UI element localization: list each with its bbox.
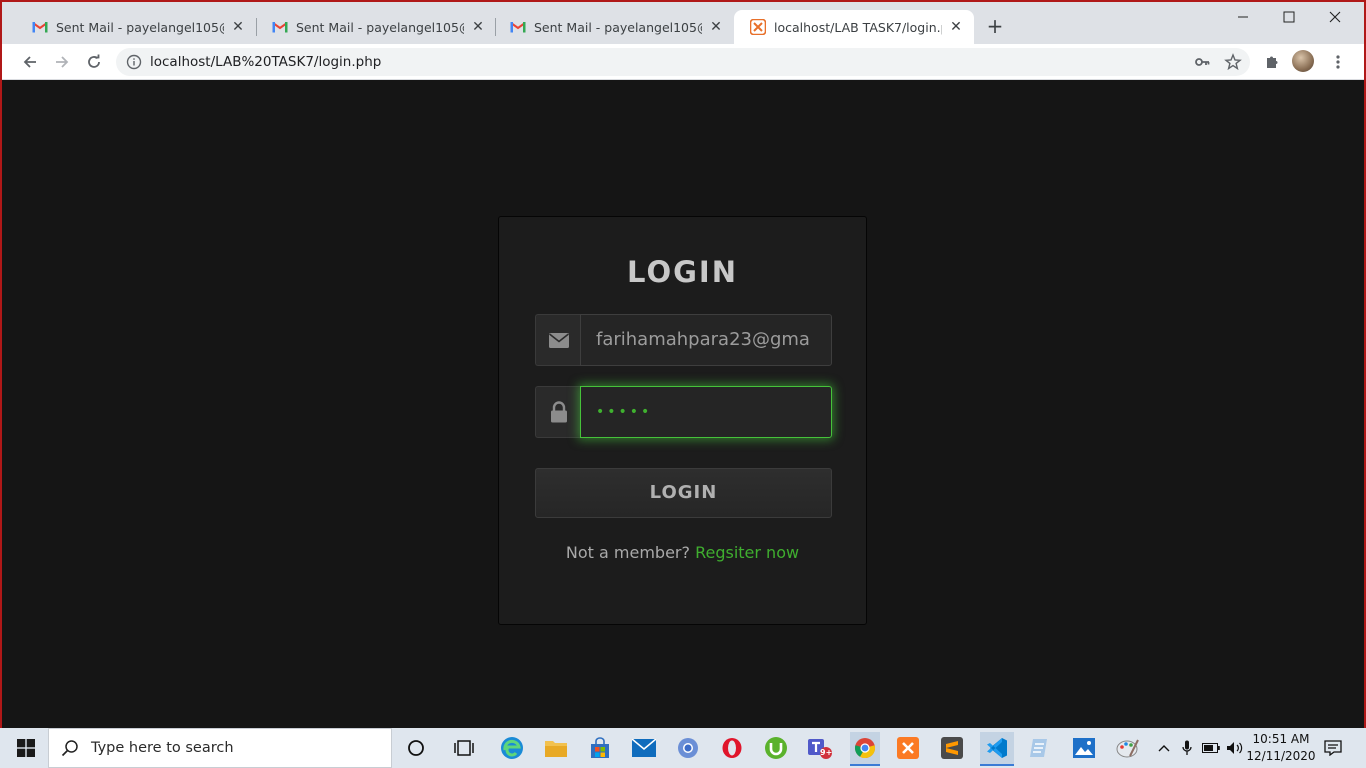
notepad-icon[interactable]: [1026, 734, 1054, 762]
envelope-icon: [548, 332, 569, 348]
tab-title: localhost/LAB TASK7/login.php: [774, 19, 942, 35]
forward-arrow-icon: [56, 56, 69, 68]
action-center-button[interactable]: [1320, 728, 1346, 768]
password-field-group: •••••: [535, 386, 832, 438]
photos-icon[interactable]: [1070, 734, 1098, 762]
paint-icon[interactable]: [1114, 734, 1142, 762]
maximize-icon: [1283, 11, 1295, 23]
password-addon: [535, 386, 581, 438]
login-heading: LOGIN: [627, 255, 738, 289]
close-tab-icon[interactable]: ✕: [708, 19, 724, 35]
reload-button[interactable]: [80, 48, 108, 76]
clock-date: 12/11/2020: [1246, 749, 1316, 763]
forward-button[interactable]: [48, 48, 76, 76]
sublime-text-icon[interactable]: [938, 734, 966, 762]
password-field[interactable]: •••••: [580, 386, 832, 438]
reload-icon: [88, 54, 100, 68]
close-tab-icon[interactable]: ✕: [470, 19, 486, 35]
menu-button[interactable]: [1324, 48, 1352, 76]
mail-icon[interactable]: [630, 734, 658, 762]
close-tab-icon[interactable]: ✕: [230, 19, 246, 35]
windows-logo-icon: [17, 739, 35, 757]
gmail-icon: [32, 19, 48, 35]
show-hidden-icons-button[interactable]: [1154, 728, 1174, 768]
info-icon[interactable]: [126, 54, 142, 70]
register-prompt: Not a member? Regsiter now: [499, 543, 866, 562]
new-tab-button[interactable]: +: [984, 16, 1006, 38]
task-view-icon[interactable]: [450, 734, 478, 762]
maximize-button[interactable]: [1266, 2, 1312, 32]
more-vertical-icon: [1336, 55, 1340, 69]
page-content: LOGIN farihamahpara23@gma ••••• LOGIN No…: [2, 81, 1364, 728]
battery-icon[interactable]: [1200, 728, 1222, 768]
puzzle-icon: [1267, 56, 1278, 68]
file-explorer-icon[interactable]: [542, 734, 570, 762]
back-arrow-icon: [23, 56, 36, 68]
lock-icon: [550, 401, 567, 423]
teams-icon[interactable]: 9+: [806, 734, 834, 762]
chrome-icon[interactable]: [850, 732, 880, 766]
xampp-control-icon[interactable]: [894, 734, 922, 762]
minimize-icon: [1238, 16, 1248, 18]
notification-icon: [1324, 740, 1342, 756]
chrome-alt-icon[interactable]: [674, 734, 702, 762]
system-clock[interactable]: 10:51 AM 12/11/2020: [1246, 731, 1316, 765]
opera-icon[interactable]: [718, 734, 746, 762]
search-icon: [61, 740, 78, 757]
tab-login-php[interactable]: localhost/LAB TASK7/login.php ✕: [734, 10, 974, 44]
login-card: LOGIN farihamahpara23@gma ••••• LOGIN No…: [498, 216, 867, 625]
volume-icon[interactable]: [1224, 728, 1246, 768]
teams-badge: 9+: [820, 748, 833, 757]
start-button[interactable]: [4, 728, 48, 768]
utorrent-icon[interactable]: [762, 734, 790, 762]
taskbar-search[interactable]: Type here to search: [48, 728, 392, 768]
browser-window: Sent Mail - payelangel105@gma ✕ Sent Mai…: [2, 2, 1364, 728]
cortana-icon[interactable]: [402, 734, 430, 762]
profile-avatar[interactable]: [1292, 50, 1314, 72]
register-prompt-text: Not a member?: [565, 543, 690, 562]
close-icon: [1329, 11, 1341, 23]
xampp-icon: [750, 19, 766, 35]
url-text: localhost/LAB%20TASK7/login.php: [150, 54, 382, 70]
tab-strip: Sent Mail - payelangel105@gma ✕ Sent Mai…: [2, 2, 1364, 44]
tab-title: Sent Mail - payelangel105@gma: [56, 19, 224, 35]
vscode-icon[interactable]: [980, 732, 1014, 766]
key-icon[interactable]: [1194, 54, 1210, 74]
close-window-button[interactable]: [1312, 2, 1358, 32]
login-button[interactable]: LOGIN: [535, 468, 832, 518]
tab-sent-mail-3[interactable]: Sent Mail - payelangel105@gma ✕: [494, 10, 734, 44]
browser-toolbar: localhost/LAB%20TASK7/login.php: [2, 44, 1364, 80]
tab-sent-mail-1[interactable]: Sent Mail - payelangel105@gma ✕: [16, 10, 256, 44]
chevron-up-icon: [1158, 745, 1170, 752]
email-addon: [535, 314, 581, 366]
address-bar[interactable]: localhost/LAB%20TASK7/login.php: [116, 48, 1250, 76]
gmail-icon: [510, 19, 526, 35]
email-field[interactable]: farihamahpara23@gma: [580, 314, 832, 366]
minimize-button[interactable]: [1220, 2, 1266, 32]
back-button[interactable]: [16, 48, 44, 76]
extensions-button[interactable]: [1258, 48, 1286, 76]
close-tab-icon[interactable]: ✕: [948, 19, 964, 35]
email-field-group: farihamahpara23@gma: [535, 314, 832, 366]
register-link[interactable]: Regsiter now: [695, 543, 799, 562]
search-placeholder: Type here to search: [91, 740, 234, 756]
windows-taskbar: Type here to search 9+ 10:51 AM 12/11/20…: [0, 728, 1366, 768]
clock-time: 10:51 AM: [1252, 732, 1310, 746]
tab-title: Sent Mail - payelangel105@gma: [296, 19, 464, 35]
tab-title: Sent Mail - payelangel105@gma: [534, 19, 702, 35]
tab-sent-mail-2[interactable]: Sent Mail - payelangel105@gma ✕: [256, 10, 496, 44]
edge-icon[interactable]: [498, 734, 526, 762]
bookmark-star-icon[interactable]: [1224, 53, 1242, 75]
microsoft-store-icon[interactable]: [586, 734, 614, 762]
microphone-icon[interactable]: [1178, 728, 1196, 768]
gmail-icon: [272, 19, 288, 35]
